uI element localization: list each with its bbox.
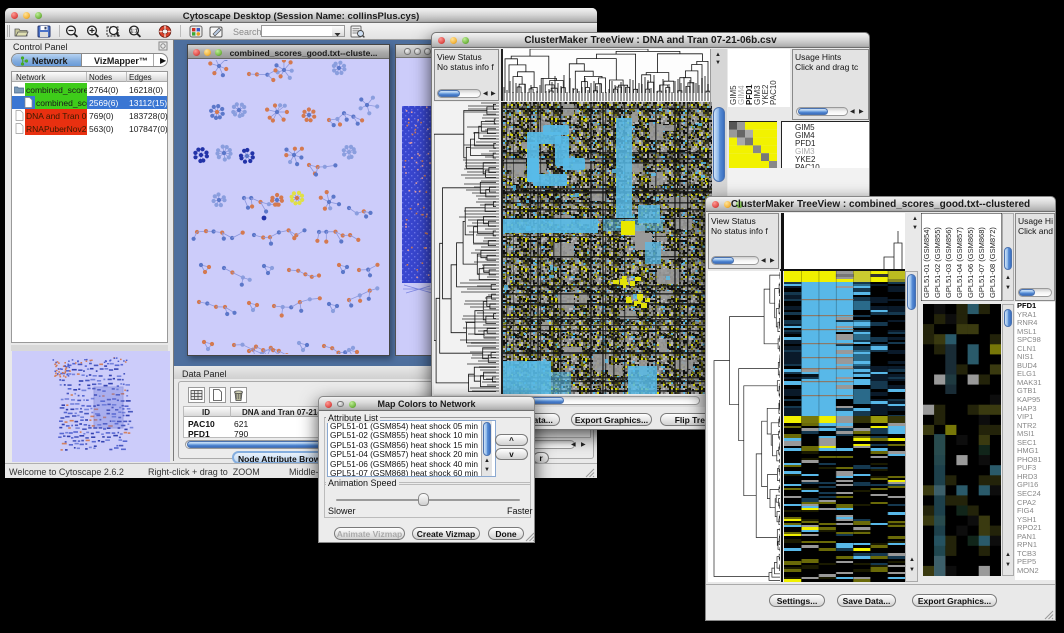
svg-text:GPL51-08 (GSM872): GPL51-08 (GSM872)	[988, 227, 997, 298]
svg-text:PAC10: PAC10	[769, 80, 778, 105]
svg-text:GPL51-01 (GSM854): GPL51-01 (GSM854)	[922, 227, 931, 298]
svg-text:GPL51-04 (GSM857): GPL51-04 (GSM857)	[955, 227, 964, 298]
svg-text:GPL51-07 (GSM868): GPL51-07 (GSM868)	[977, 227, 986, 298]
svg-text:GPL51-02 (GSM855): GPL51-02 (GSM855)	[933, 227, 942, 298]
svg-text:GPL51-06 (GSM865): GPL51-06 (GSM865)	[966, 227, 975, 298]
svg-text:GPL51-03 (GSM856): GPL51-03 (GSM856)	[944, 227, 953, 298]
svg-text:1:1: 1:1	[130, 29, 137, 35]
